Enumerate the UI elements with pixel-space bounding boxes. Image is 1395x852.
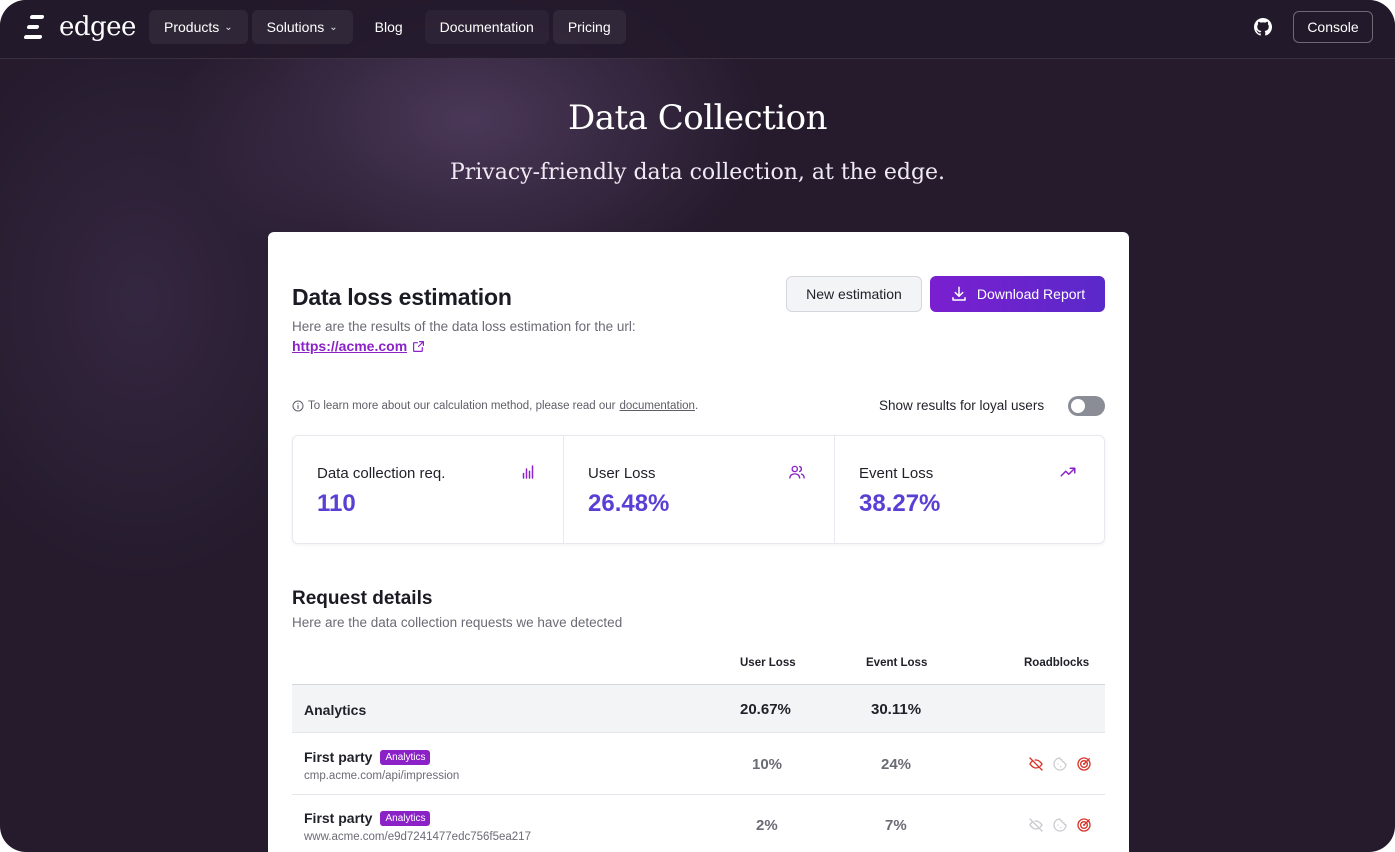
- row-event-loss: 7%: [885, 817, 907, 834]
- group-event-loss: 30.11%: [871, 701, 922, 718]
- row-url: cmp.acme.com/api/impression: [304, 770, 460, 782]
- request-details-subtitle: Here are the data collection requests we…: [292, 615, 623, 630]
- stat-label: User Loss: [588, 465, 656, 482]
- info-suffix: .: [694, 400, 699, 412]
- download-report-button[interactable]: Download Report: [930, 276, 1105, 312]
- users-icon: [789, 465, 805, 479]
- table-row[interactable]: First party Analytics www.acme.com/e9d72…: [292, 795, 1105, 852]
- top-nav: edgee Products ⌄ Solutions ⌄ Blog Docume…: [0, 0, 1395, 59]
- category-badge: Analytics: [380, 810, 431, 826]
- eye-off-icon: [1029, 818, 1043, 832]
- nav-item-documentation[interactable]: Documentation: [424, 10, 549, 44]
- nav-item-label: Pricing: [567, 19, 611, 35]
- stat-data-collection: Data collection req. 110: [293, 436, 564, 543]
- eye-off-icon: [1029, 757, 1043, 771]
- column-header-roadblocks: Roadblocks: [1024, 657, 1090, 669]
- bar-chart-icon: [522, 465, 534, 479]
- documentation-link[interactable]: documentation: [620, 400, 695, 412]
- row-name-text: First party: [304, 749, 373, 765]
- estimation-url-link[interactable]: https://acme.com: [292, 338, 425, 354]
- logo[interactable]: edgee: [23, 12, 136, 42]
- page-subtitle: Privacy-friendly data collection, at the…: [449, 160, 946, 185]
- toggle-knob: [1071, 399, 1085, 413]
- stats-panel: Data collection req. 110 User Loss 26.48…: [292, 435, 1105, 544]
- row-url: www.acme.com/e9d7241477edc756f5ea217: [304, 831, 531, 843]
- column-header-user-loss: User Loss: [740, 657, 796, 669]
- stat-event-loss: Event Loss 38.27%: [835, 436, 1104, 543]
- stat-value: 38.27%: [859, 490, 941, 517]
- nav-item-label: Blog: [374, 19, 403, 35]
- nav-item-label: Documentation: [439, 19, 534, 35]
- stat-label: Data collection req.: [317, 465, 446, 482]
- stat-value: 110: [317, 490, 356, 517]
- target-icon: [1077, 757, 1091, 771]
- row-name: First party Analytics: [304, 810, 431, 826]
- nav-item-label: Solutions: [266, 19, 325, 35]
- trending-up-icon: [1060, 467, 1076, 477]
- row-user-loss: 10%: [752, 756, 783, 773]
- stat-value: 26.48%: [588, 490, 670, 517]
- table-row[interactable]: First party Analytics cmp.acme.com/api/i…: [292, 734, 1105, 795]
- estimation-url-text: https://acme.com: [292, 338, 408, 354]
- new-estimation-button[interactable]: New estimation: [786, 276, 922, 312]
- group-user-loss: 20.67%: [740, 701, 791, 718]
- target-icon: [1077, 818, 1091, 832]
- loyal-users-label: Show results for loyal users: [879, 398, 1045, 413]
- nav-item-solutions[interactable]: Solutions ⌄: [251, 10, 353, 44]
- roadblocks: [1028, 756, 1092, 772]
- estimation-card: Data loss estimation Here are the result…: [268, 232, 1129, 852]
- row-event-loss: 24%: [881, 756, 912, 773]
- category-badge: Analytics: [380, 749, 431, 765]
- download-icon: [952, 286, 966, 301]
- cookie-icon: [1053, 818, 1067, 832]
- calculation-info: To learn more about our calculation meth…: [292, 400, 698, 412]
- stat-label: Event Loss: [859, 465, 934, 482]
- nav-item-blog[interactable]: Blog: [357, 10, 421, 44]
- row-name: First party Analytics: [304, 749, 431, 765]
- info-icon: [292, 400, 304, 412]
- row-name-text: First party: [304, 810, 373, 826]
- request-details-title: Request details: [292, 588, 433, 609]
- chevron-down-icon: ⌄: [329, 21, 338, 33]
- chevron-down-icon: ⌄: [224, 21, 233, 33]
- page-title: Data Collection: [567, 98, 828, 138]
- group-name: Analytics: [304, 702, 367, 718]
- stat-user-loss: User Loss 26.48%: [564, 436, 835, 543]
- loyal-users-toggle[interactable]: [1068, 396, 1105, 416]
- nav-menu: Products ⌄ Solutions ⌄ Blog Documentatio…: [149, 10, 626, 44]
- edgee-logo-icon: [23, 14, 46, 40]
- download-report-label: Download Report: [976, 286, 1086, 302]
- estimation-description: Here are the results of the data loss es…: [292, 319, 636, 334]
- table-group-row[interactable]: Analytics 20.67% 30.11%: [292, 685, 1105, 733]
- nav-item-label: Products: [164, 19, 220, 35]
- nav-item-pricing[interactable]: Pricing: [552, 10, 626, 44]
- page-frame: edgee Products ⌄ Solutions ⌄ Blog Docume…: [0, 0, 1395, 852]
- roadblocks: [1028, 817, 1092, 833]
- logo-text: edgee: [59, 12, 136, 42]
- row-user-loss: 2%: [756, 817, 778, 834]
- external-link-icon: [413, 340, 425, 352]
- estimation-title: Data loss estimation: [292, 284, 512, 310]
- nav-item-products[interactable]: Products ⌄: [149, 10, 248, 44]
- info-text: To learn more about our calculation meth…: [308, 400, 616, 412]
- cookie-icon: [1053, 757, 1067, 771]
- console-button[interactable]: Console: [1293, 11, 1373, 43]
- column-header-event-loss: Event Loss: [866, 657, 928, 669]
- github-icon[interactable]: [1254, 18, 1272, 36]
